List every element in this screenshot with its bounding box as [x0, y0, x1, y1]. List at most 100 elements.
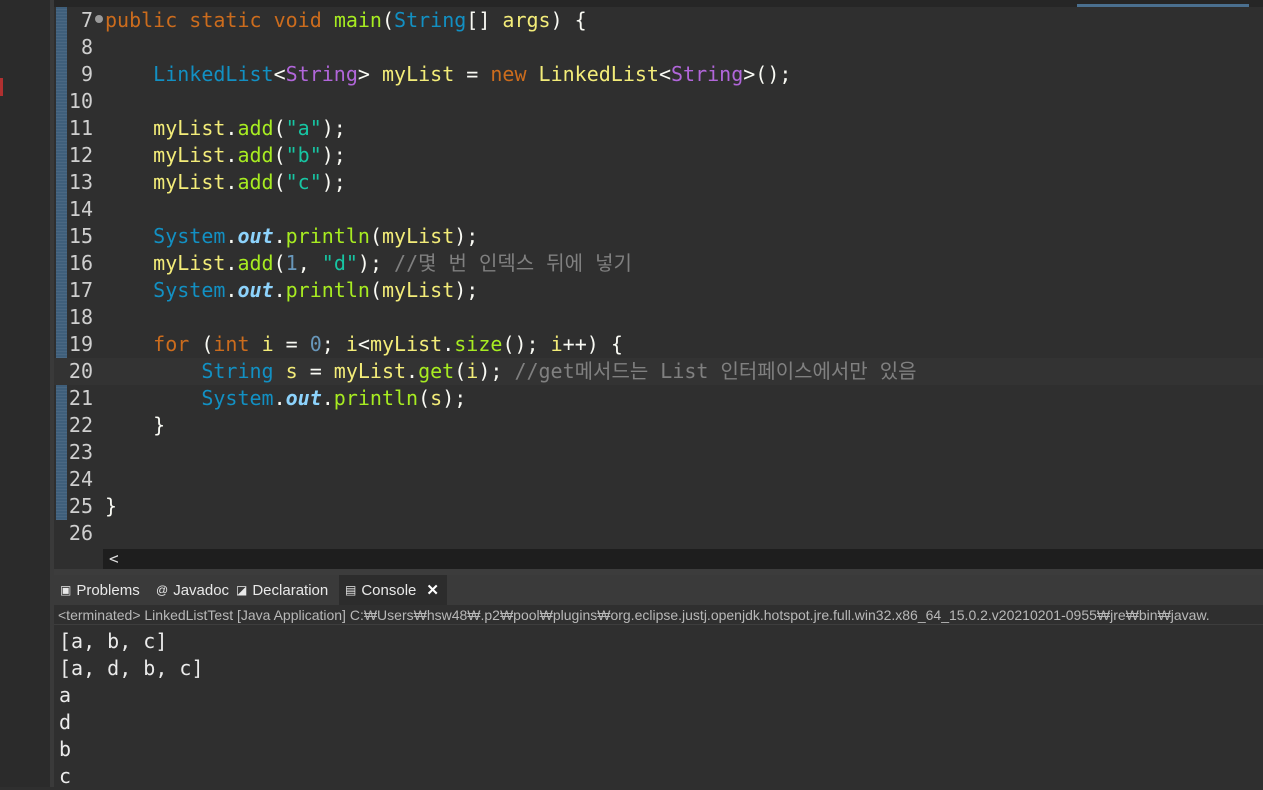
line-number: 15: [68, 224, 93, 248]
code-token: (: [454, 359, 467, 383]
console-output-line: c: [59, 764, 72, 788]
code-line[interactable]: 10: [54, 88, 1263, 115]
code-line[interactable]: 22 }: [54, 412, 1263, 439]
code-token: s: [285, 359, 298, 383]
code-token: println: [285, 278, 370, 302]
code-token: (: [273, 170, 286, 194]
code-line[interactable]: 17 System.out.println(myList);: [54, 277, 1263, 304]
code-token: }: [105, 494, 118, 518]
code-line[interactable]: 19 for (int i = 0; i<myList.size(); i++)…: [54, 331, 1263, 358]
code-line[interactable]: 14: [54, 196, 1263, 223]
left-gutter: [0, 0, 50, 787]
code-token: LinkedList: [153, 62, 274, 86]
line-number: 18: [68, 305, 93, 329]
code-token: add: [237, 170, 274, 194]
tab-problems[interactable]: ▣ Problems: [60, 575, 140, 605]
code-line[interactable]: 12 myList.add("b");: [54, 142, 1263, 169]
code-token: myList: [153, 143, 226, 167]
line-number: 17: [68, 278, 93, 302]
code-line[interactable]: 24: [54, 466, 1263, 493]
line-number: 12: [68, 143, 93, 167]
line-number: 24: [68, 467, 93, 491]
line-number: 14: [68, 197, 93, 221]
tab-console-label: Console: [361, 581, 417, 599]
line-number: 10: [68, 89, 93, 113]
code-text: System.out.println(myList);: [105, 223, 478, 250]
scroll-left-icon[interactable]: <: [109, 549, 119, 569]
code-line[interactable]: 16 myList.add(1, "d"); //몇 번 인덱스 뒤에 넣기: [54, 250, 1263, 277]
line-number: 23: [68, 440, 93, 464]
code-token: println: [285, 224, 370, 248]
console-output-line: b: [59, 737, 72, 761]
code-line[interactable]: 18: [54, 304, 1263, 331]
code-text: }: [105, 493, 117, 520]
tab-declaration[interactable]: ◪ Declaration: [236, 575, 328, 605]
code-token: "c": [285, 170, 322, 194]
line-number: 20: [68, 359, 93, 383]
code-line[interactable]: 20 String s = myList.get(i); //get메서드는 L…: [54, 358, 1263, 385]
code-token: LinkedList: [538, 62, 659, 86]
code-token: );: [454, 224, 479, 248]
code-text: System.out.println(s);: [105, 385, 466, 412]
code-text: }: [105, 412, 165, 439]
code-token: (: [381, 8, 395, 32]
code-line[interactable]: 8: [54, 34, 1263, 61]
code-token: myList: [381, 62, 455, 86]
code-line[interactable]: 21 System.out.println(s);: [54, 385, 1263, 412]
code-line[interactable]: 23: [54, 439, 1263, 466]
console-output[interactable]: [a, b, c] [a, d, b, c] a d b c: [54, 626, 1263, 788]
code-token: );: [357, 251, 395, 275]
code-token: );: [442, 386, 467, 410]
code-text: myList.add("c");: [105, 169, 346, 196]
code-token: ,: [297, 251, 322, 275]
code-token: []: [466, 8, 503, 32]
tab-console[interactable]: ▤ Console ✕: [339, 575, 447, 605]
code-token: >: [357, 62, 382, 86]
code-token: static: [189, 8, 262, 32]
line-number: 19: [68, 332, 93, 356]
code-token: <: [658, 62, 671, 86]
tab-javadoc[interactable]: @ Javadoc: [156, 575, 229, 605]
code-token: <: [273, 62, 286, 86]
code-token: =: [297, 359, 334, 383]
horizontal-scrollbar[interactable]: <: [103, 549, 1263, 569]
code-token: .: [273, 386, 286, 410]
code-token: >();: [743, 62, 792, 86]
code-token: System: [153, 278, 226, 302]
code-token: myList: [381, 278, 455, 302]
code-token: .: [225, 170, 238, 194]
declaration-icon: ◪: [236, 583, 248, 597]
code-line[interactable]: 13 myList.add("c");: [54, 169, 1263, 196]
code-line[interactable]: 25}: [54, 493, 1263, 520]
code-token: String: [671, 62, 744, 86]
code-token: System: [201, 386, 274, 410]
code-token: =: [454, 62, 491, 86]
code-token: ) {: [550, 8, 587, 32]
fold-toggle-icon[interactable]: [95, 15, 103, 23]
editor-tab-strip: [54, 0, 1263, 7]
code-line[interactable]: 26: [54, 520, 1263, 547]
code-text: LinkedList<String> myList = new LinkedLi…: [105, 61, 791, 88]
code-line[interactable]: 15 System.out.println(myList);: [54, 223, 1263, 250]
code-text: myList.add(1, "d"); //몇 번 인덱스 뒤에 넣기: [105, 250, 632, 277]
code-line[interactable]: 7 public static void main(String[] args) …: [54, 7, 1263, 34]
line-number: 11: [68, 116, 93, 140]
code-line[interactable]: 11 myList.add("a");: [54, 115, 1263, 142]
code-token: (: [273, 116, 286, 140]
code-token: i: [550, 332, 563, 356]
code-token: .: [225, 143, 238, 167]
code-token: (: [369, 278, 382, 302]
views-tab-bar: ▣ Problems @ Javadoc ◪ Declaration ▤ Con…: [54, 575, 1263, 605]
code-line[interactable]: 9 LinkedList<String> myList = new Linked…: [54, 61, 1263, 88]
line-number: 13: [68, 170, 93, 194]
close-icon[interactable]: ✕: [426, 581, 439, 599]
code-token: i: [466, 359, 479, 383]
code-token: =: [273, 332, 310, 356]
code-token: myList: [153, 116, 226, 140]
code-editor[interactable]: 7 public static void main(String[] args) …: [54, 0, 1263, 549]
code-token: (: [273, 251, 286, 275]
